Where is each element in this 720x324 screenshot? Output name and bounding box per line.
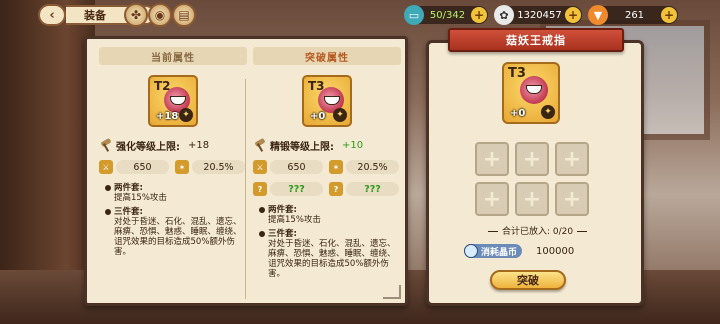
chevron-left-icon: ‹ [49, 7, 55, 23]
forge-limit-value: +10 [342, 139, 364, 151]
three-piece-title: 三件套: [259, 229, 401, 239]
rate-value: 20.5% [346, 160, 399, 174]
hammer-icon [253, 138, 267, 152]
count-value: 0/20 [552, 227, 574, 237]
attack-value: 650 [116, 160, 169, 174]
mushroom-monster-icon [520, 76, 548, 104]
back-button[interactable]: ‹ [38, 4, 66, 26]
current-attributes-column: 当前属性 T2 +18 ✦ 强化等级上限: +18 ⚔ 650 ✶ 20.5% … [99, 47, 247, 261]
coin-counter: ✿ 1320457 + [494, 5, 582, 25]
three-piece-title: 三件套: [105, 207, 247, 217]
breakthrough-attributes-column: 突破属性 T3 +0 ✦ 精锻等级上限: +10 ⚔ 650 ✶ 20.5% ? [253, 47, 401, 283]
breakthrough-item-icon[interactable]: T3 +0 ✦ [302, 75, 352, 127]
material-count: 合计已放入: 0/20 [484, 224, 591, 237]
material-slot[interactable]: + [555, 142, 589, 176]
two-piece-text: 提高15%攻击 [114, 193, 167, 203]
energy-icon: ▭ [404, 5, 424, 25]
set-effects: 两件套: 提高15%攻击 三件套: 对处于昏迷、石化、混乱、遗忘、麻痹、恐惧、魅… [99, 183, 247, 257]
corner-decoration [383, 285, 401, 299]
two-piece-title: 两件套: [259, 205, 401, 215]
stat-pair: ⚔ 650 ✶ 20.5% [99, 159, 247, 175]
star-icon: ✦ [333, 108, 347, 122]
count-label: 合计已放入: [502, 227, 551, 237]
rate-value: 20.5% [192, 160, 245, 174]
three-piece-text: 对处于昏迷、石化、混乱、遗忘、麻痹、恐惧、魅惑、睡眠、缠绕、诅咒效果的目标造成5… [114, 217, 242, 257]
forge-limit-label: 精锻等级上限: [270, 141, 334, 153]
energy-value: 50/342 [429, 9, 466, 21]
crystal-coin-icon [464, 244, 478, 258]
enhance-limit-label: 强化等级上限: [116, 141, 180, 153]
star-icon: ✦ [179, 108, 193, 122]
enhance-limit-value: +18 [188, 139, 210, 151]
book-icon[interactable]: ▤ [172, 3, 196, 27]
coin-value: 1320457 [517, 9, 562, 21]
sword-icon: ⚔ [253, 160, 267, 174]
carrot-icon: ▼ [588, 5, 608, 25]
material-slots: + + + + + + [475, 142, 589, 216]
cost-value: 100000 [536, 245, 575, 257]
cost-row: 消耗晶币 100000 [464, 244, 574, 258]
add-coins-button[interactable]: + [565, 7, 581, 23]
question-icon: ? [253, 182, 267, 196]
material-slot[interactable]: + [475, 182, 509, 216]
item-plus-level: +18 [156, 111, 179, 122]
material-slot[interactable]: + [515, 142, 549, 176]
carrot-counter: ▼ 261 + [588, 5, 678, 25]
energy-counter: ▭ 50/342 + [404, 5, 488, 25]
cost-label: 消耗晶币 [481, 247, 518, 258]
material-slot[interactable]: + [475, 142, 509, 176]
three-piece-text: 对处于昏迷、石化、混乱、遗忘、麻痹、恐惧、魅惑、睡眠、缠绕、诅咒效果的目标造成5… [268, 239, 396, 279]
two-piece-title: 两件套: [105, 183, 247, 193]
material-slot[interactable]: + [515, 182, 549, 216]
forge-limit-row: 精锻等级上限: +10 [253, 137, 401, 153]
breakthrough-button[interactable]: 突破 [490, 270, 566, 290]
unknown-value-a: ??? [270, 182, 323, 196]
sword-icon: ⚔ [99, 160, 113, 174]
stat-pair: ⚔ 650 ✶ 20.5% [253, 159, 401, 175]
carrot-value: 261 [624, 9, 645, 21]
enhance-limit-row: 强化等级上限: +18 [99, 137, 247, 153]
clover-icon[interactable]: ✤ [124, 3, 148, 27]
attribute-comparison-card: » 当前属性 T2 +18 ✦ 强化等级上限: +18 ⚔ 650 ✶ 20.5… [84, 36, 408, 306]
top-bar: ‹ 装备 ✤ ◉ ▤ ▭ 50/342 + ✿ 1320457 + ▼ 261 … [0, 0, 720, 30]
question-icon: ? [329, 182, 343, 196]
add-energy-button[interactable]: + [471, 7, 487, 23]
star-icon: ✦ [541, 105, 555, 119]
crit-icon: ✶ [329, 160, 343, 174]
coin-icon: ✿ [494, 5, 514, 25]
cost-badge: 消耗晶币 [464, 244, 523, 258]
current-attributes-header: 当前属性 [99, 47, 247, 65]
set-effects: 两件套: 提高15%攻击 三件套: 对处于昏迷、石化、混乱、遗忘、麻痹、恐惧、魅… [253, 205, 401, 279]
hammer-icon [99, 138, 113, 152]
unknown-value-b: ??? [346, 182, 399, 196]
unknown-stat-pair: ? ??? ? ??? [253, 181, 401, 197]
current-item-icon[interactable]: T2 +18 ✦ [148, 75, 198, 127]
selected-item-icon[interactable]: T3 +0 ✦ [502, 62, 560, 124]
item-tier: T3 [508, 66, 526, 81]
crit-icon: ✶ [175, 160, 189, 174]
add-carrots-button[interactable]: + [661, 7, 677, 23]
material-slot[interactable]: + [555, 182, 589, 216]
attack-value: 650 [270, 160, 323, 174]
item-plus-level: +0 [510, 108, 526, 119]
item-plus-level: +0 [310, 111, 326, 122]
medal-icon[interactable]: ◉ [148, 3, 172, 27]
breakthrough-attributes-header: 突破属性 [253, 47, 401, 65]
item-name-ribbon: 菇妖王戒指 [448, 28, 624, 52]
two-piece-text: 提高15%攻击 [268, 215, 321, 225]
